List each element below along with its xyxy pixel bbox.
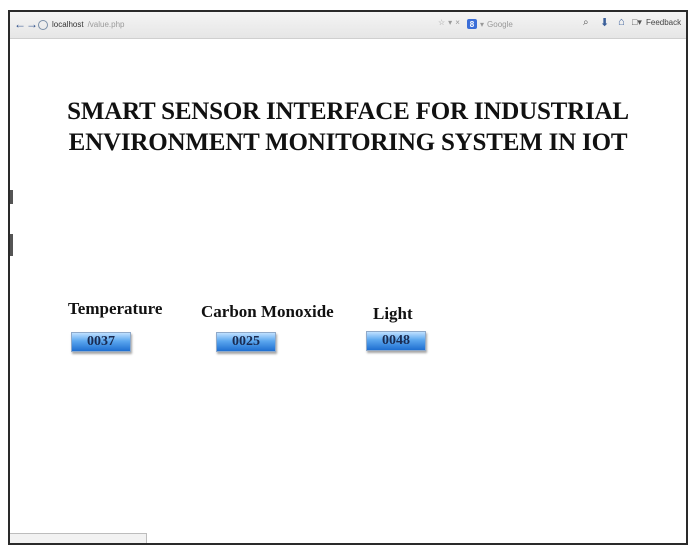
back-arrow-icon[interactable]: ← [14, 17, 26, 31]
status-bar [10, 533, 147, 543]
search-magnifier-icon[interactable]: ⌕ [583, 17, 589, 28]
temperature-label: Temperature [68, 299, 163, 318]
search-bar[interactable]: 8 ▾ Google [467, 17, 587, 31]
browser-toolbar: ← → localhost/value.php ☆ ▾ × 8 ▾ Google… [10, 12, 686, 39]
temperature-value-box: 0037 [71, 332, 131, 352]
browser-window: ← → localhost/value.php ☆ ▾ × 8 ▾ Google… [8, 10, 688, 545]
home-icon[interactable]: ⌂ [618, 16, 625, 28]
address-bar[interactable]: localhost/value.php [38, 18, 443, 31]
site-identity-icon[interactable] [38, 19, 48, 30]
edge-mark [10, 190, 13, 204]
window-menu-icon[interactable]: □▾ [632, 17, 642, 28]
page-title-line-2: ENVIRONMENT MONITORING SYSTEM IN IOT [68, 129, 628, 156]
edge-mark [10, 234, 13, 256]
feedback-button[interactable]: Feedback [646, 18, 681, 27]
google-search-engine-icon[interactable]: 8 [467, 19, 477, 29]
carbon-monoxide-label: Carbon Monoxide [201, 302, 334, 321]
stop-icon[interactable]: × [455, 18, 460, 27]
light-value-box: 0048 [366, 331, 426, 351]
bookmark-star-icon[interactable]: ☆ [438, 18, 445, 27]
url-host: localhost [52, 20, 84, 29]
light-label: Light [373, 304, 413, 323]
page-title-line-1: SMART SENSOR INTERFACE FOR INDUSTRIAL [67, 98, 629, 125]
dropdown-arrow-icon[interactable]: ▾ [448, 18, 452, 27]
search-engine-dropdown-icon[interactable]: ▾ [480, 20, 484, 29]
address-bar-controls: ☆ ▾ × [438, 18, 460, 27]
download-icon[interactable]: ⬇ [600, 16, 609, 29]
url-path: /value.php [87, 20, 125, 29]
forward-arrow-icon[interactable]: → [26, 17, 38, 31]
search-placeholder: Google [487, 19, 513, 29]
carbon-monoxide-value-box: 0025 [216, 332, 276, 352]
